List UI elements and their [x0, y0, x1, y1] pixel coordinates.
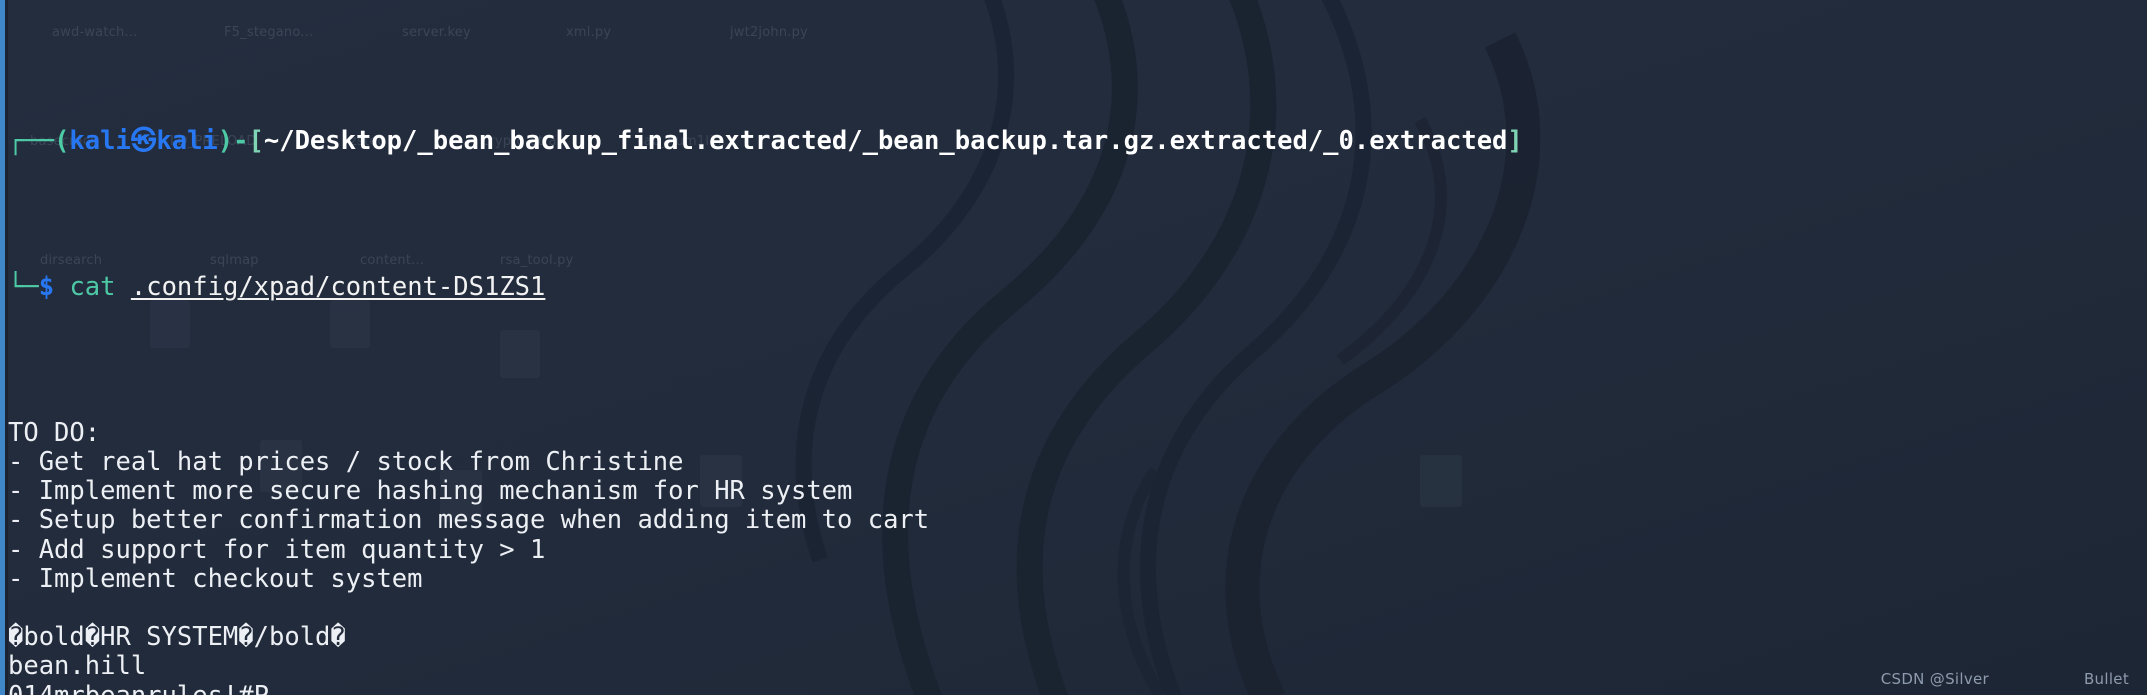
- prompt-elbow-glyph: └─: [8, 271, 39, 302]
- output-line-todo-header: TO DO:: [8, 417, 101, 448]
- command-name: cat: [69, 271, 116, 302]
- prompt-dash: -: [233, 125, 249, 156]
- prompt-close-bracket: ]: [1507, 125, 1523, 156]
- output-line-hr-username: bean.hill: [8, 651, 147, 682]
- prompt-working-directory: ~/Desktop/_bean_backup_final.extracted/_…: [263, 125, 1508, 156]
- command-gap: [54, 272, 69, 302]
- output-line-hr-password: 014mrbeanrules!#P: [8, 681, 2147, 695]
- prompt-username: kali: [69, 125, 131, 156]
- bullet-watermark: Bullet: [2083, 670, 2129, 688]
- window-edge-shadow: [5, 0, 8, 695]
- terminal-screen[interactable]: ┌──(kali㉿kali)-[~/Desktop/_bean_backup_f…: [0, 0, 2147, 695]
- output-line-todo-item-5: - Implement checkout system: [8, 563, 423, 594]
- terminal-window: awd-watch... F5_stegano... server.key xml.p…: [0, 0, 2147, 695]
- prompt-corner-glyph: ┌──: [8, 125, 55, 156]
- prompt-hostname: kali: [156, 125, 218, 156]
- command-space: [116, 272, 131, 302]
- prompt-dollar-sign: $: [38, 271, 55, 302]
- output-line-todo-item-3: - Setup better confirmation message when…: [8, 505, 930, 536]
- csdn-watermark: CSDN @Silver: [1880, 670, 1989, 688]
- output-line-hr-system-heading: �bold�HR SYSTEM�/bold�: [8, 622, 346, 653]
- prompt-line-command: └─$ cat .config/xpad/content-DS1ZS1: [8, 271, 2147, 302]
- output-line-todo-item-4: - Add support for item quantity > 1: [8, 534, 546, 565]
- prompt-open-bracket: [: [248, 125, 264, 156]
- prompt-close-paren: ): [217, 125, 234, 156]
- kali-dragon-logo-icon: ㉿: [130, 125, 157, 156]
- prompt-line-primary: ┌──(kali㉿kali)-[~/Desktop/_bean_backup_f…: [8, 125, 2147, 156]
- output-line-todo-item-1: - Get real hat prices / stock from Chris…: [8, 447, 684, 477]
- command-output: TO DO: - Get real hat prices / stock from…: [8, 417, 2147, 695]
- command-argument: .config/xpad/content-DS1ZS1: [130, 271, 546, 302]
- prompt-open-paren: (: [54, 125, 70, 156]
- output-line-todo-item-2: - Implement more secure hashing mechanis…: [8, 476, 853, 507]
- output-line-spacer-1: [8, 594, 2147, 623]
